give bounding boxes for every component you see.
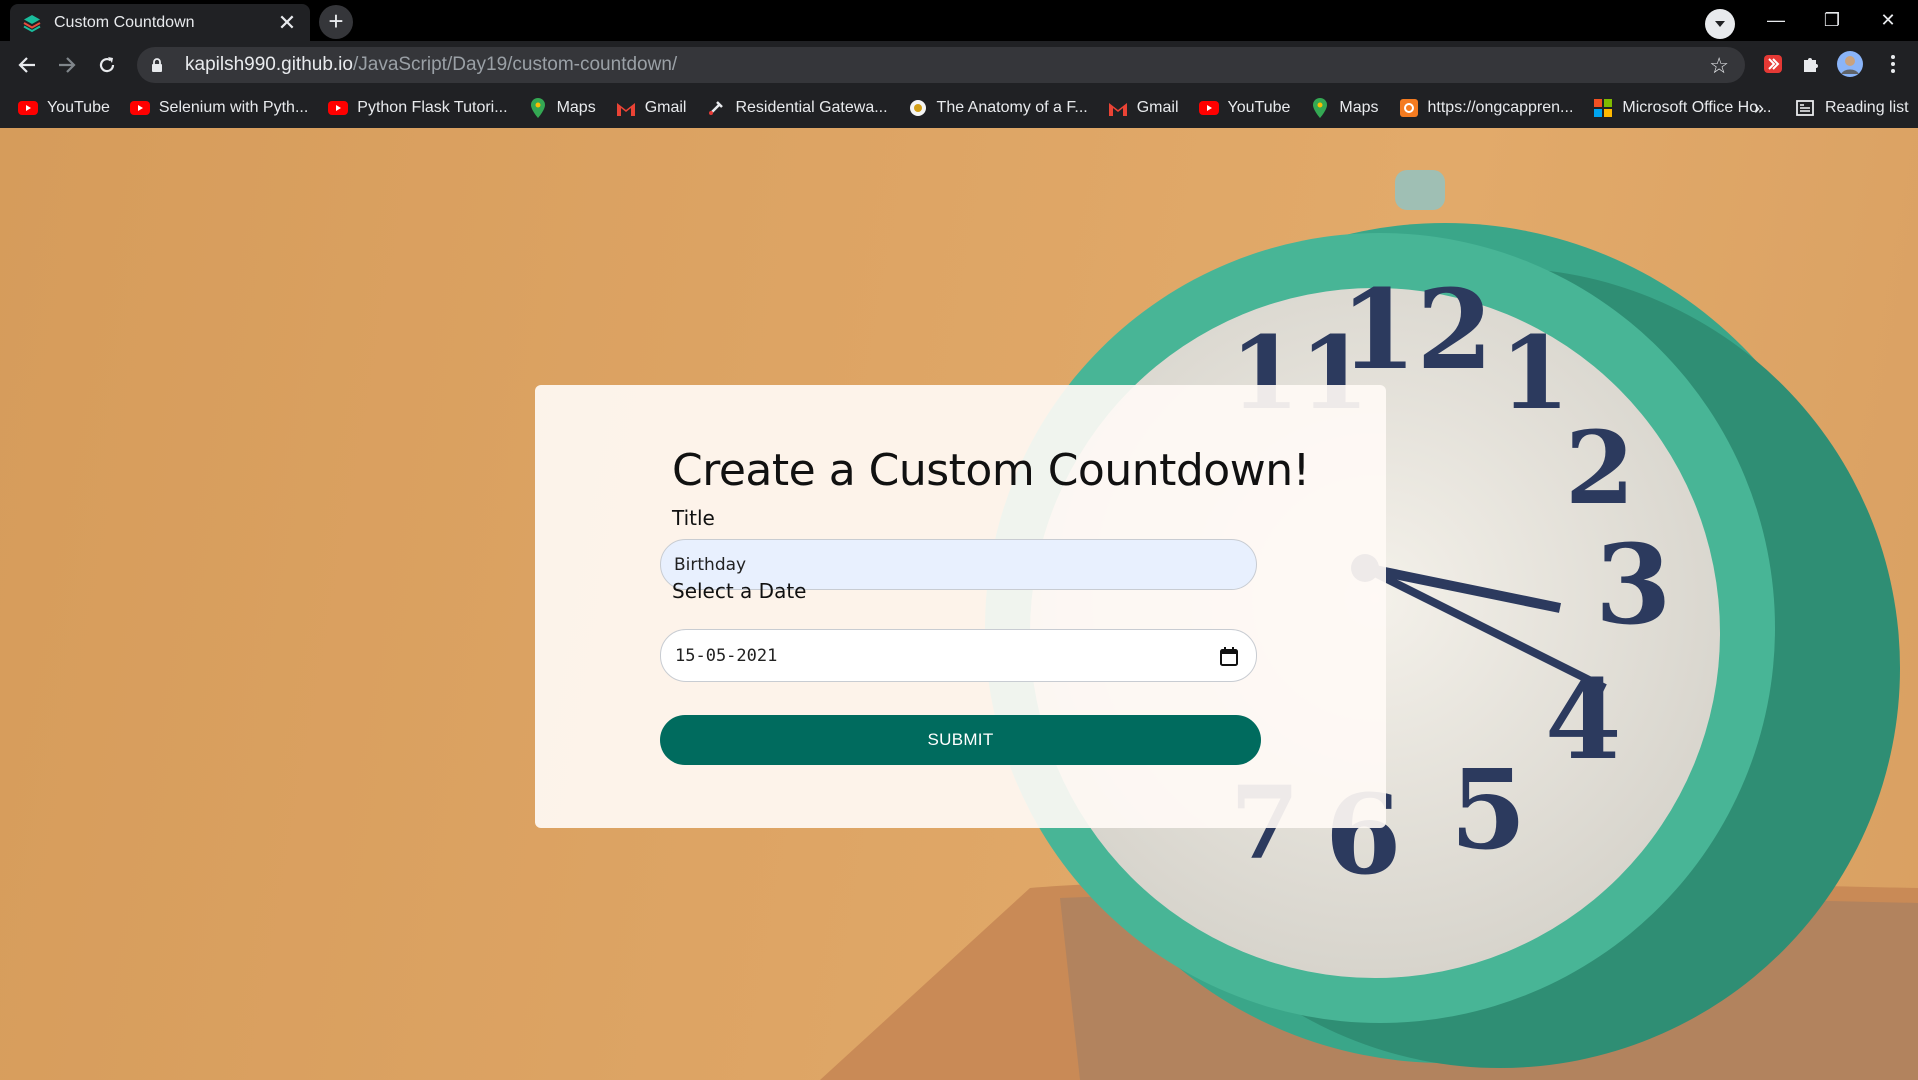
title-label: Title	[672, 506, 715, 530]
tab-close-icon[interactable]: ✕	[276, 11, 298, 34]
arrow-left-icon	[18, 57, 35, 73]
youtube-icon	[129, 98, 150, 118]
address-bar[interactable]: kapilsh990.github.io/JavaScript/Day19/cu…	[137, 47, 1745, 83]
youtube-icon	[18, 98, 38, 118]
restore-button[interactable]: ❐	[1804, 0, 1860, 40]
svg-text:5: 5	[1450, 745, 1527, 874]
gmail-icon	[1108, 98, 1128, 118]
svg-text:1: 1	[1500, 314, 1570, 432]
menu-kebab-icon[interactable]	[1879, 50, 1907, 78]
microsoft-icon	[1593, 98, 1613, 118]
bookmark-item[interactable]: https://ongcappren...	[1399, 98, 1574, 118]
bookmark-star-icon[interactable]: ☆	[1709, 53, 1729, 79]
bookmark-label: Gmail	[1136, 99, 1179, 116]
bookmark-label: Selenium with Pyth...	[158, 99, 309, 116]
bookmark-label: The Anatomy of a F...	[936, 99, 1088, 116]
extension-red-icon[interactable]	[1759, 50, 1787, 78]
extensions-puzzle-icon[interactable]	[1797, 50, 1825, 78]
back-button[interactable]	[11, 49, 43, 81]
tab-strip: Custom Countdown ✕ + — ❐ ✕	[0, 0, 1918, 41]
maps-icon	[528, 98, 548, 118]
minimize-button[interactable]: —	[1748, 0, 1804, 40]
ongc-icon	[1399, 98, 1419, 118]
bookmark-item[interactable]: YouTube	[1198, 98, 1291, 118]
page-viewport: 12 1 2 3 4 5 6 7 11 Create a Custom Coun…	[0, 128, 1918, 1080]
youtube-icon	[1198, 98, 1219, 118]
date-value: 15-05-2021	[675, 645, 778, 666]
bookmark-label: Python Flask Tutori...	[357, 99, 508, 116]
gmail-icon	[616, 98, 636, 118]
forward-button[interactable]	[51, 49, 83, 81]
submit-button[interactable]: SUBMIT	[660, 715, 1261, 765]
bookmark-item[interactable]: Gmail	[1108, 98, 1179, 118]
browser-toolbar: kapilsh990.github.io/JavaScript/Day19/cu…	[0, 41, 1918, 88]
reading-list-icon	[1796, 100, 1814, 116]
bookmarks-bar: YouTube Selenium with Pyth... Python Flask…	[0, 88, 1918, 128]
bookmark-label: Maps	[1339, 99, 1379, 116]
bookmark-label: Microsoft Office Ho...	[1622, 99, 1772, 116]
bookmark-item[interactable]: Maps	[528, 98, 596, 118]
bookmark-label: Gmail	[644, 99, 687, 116]
layers-icon	[22, 13, 42, 33]
url-path: /JavaScript/Day19/custom-countdown/	[352, 54, 678, 75]
countdown-form-card: Create a Custom Countdown! Title Select …	[535, 385, 1386, 828]
bookmark-item[interactable]: Gmail	[616, 98, 687, 118]
circle-icon	[908, 98, 928, 118]
bookmark-item[interactable]: Selenium with Pyth...	[129, 98, 309, 118]
svg-text:3: 3	[1595, 520, 1672, 649]
close-window-button[interactable]: ✕	[1860, 0, 1916, 40]
reload-icon	[99, 57, 115, 73]
youtube-icon	[328, 98, 349, 118]
bookmarks-overflow-button[interactable]: »	[1754, 88, 1764, 128]
bookmark-label: YouTube	[1227, 99, 1291, 116]
date-label: Select a Date	[672, 579, 807, 603]
reload-button[interactable]	[91, 49, 123, 81]
profile-avatar[interactable]	[1836, 50, 1864, 78]
bookmark-item[interactable]: YouTube	[18, 98, 110, 118]
svg-text:2: 2	[1565, 409, 1635, 527]
bookmark-label: YouTube	[47, 99, 110, 116]
bookmark-item[interactable]: Microsoft Office Ho...	[1593, 98, 1771, 118]
page-title: Create a Custom Countdown!	[672, 445, 1310, 496]
date-input[interactable]: 15-05-2021	[660, 629, 1257, 682]
bookmark-item[interactable]: Python Flask Tutori...	[328, 98, 508, 118]
lock-icon	[151, 57, 165, 73]
url-host: kapilsh990.github.io	[185, 54, 353, 75]
tab-title: Custom Countdown	[54, 13, 195, 31]
maps-icon	[1310, 98, 1330, 118]
calendar-icon[interactable]	[1218, 645, 1240, 667]
bookmark-label: https://ongcappren...	[1427, 99, 1574, 116]
bookmark-item[interactable]: The Anatomy of a F...	[908, 98, 1088, 118]
tab-custom-countdown[interactable]: Custom Countdown ✕	[10, 4, 310, 41]
reading-list-button[interactable]: Reading list	[1795, 88, 1909, 128]
chevron-down-icon	[1715, 21, 1725, 27]
bookmark-label: Residential Gatewa...	[735, 99, 888, 116]
bookmark-label: Maps	[556, 99, 596, 116]
bookmark-item[interactable]: Residential Gatewa...	[706, 98, 888, 118]
reading-list-label: Reading list	[1825, 99, 1909, 116]
bookmark-item[interactable]: Maps	[1310, 98, 1379, 118]
tab-search-button[interactable]	[1705, 9, 1735, 39]
new-tab-button[interactable]: +	[319, 5, 353, 39]
arrow-right-icon	[59, 57, 76, 73]
tool-icon	[706, 98, 726, 118]
